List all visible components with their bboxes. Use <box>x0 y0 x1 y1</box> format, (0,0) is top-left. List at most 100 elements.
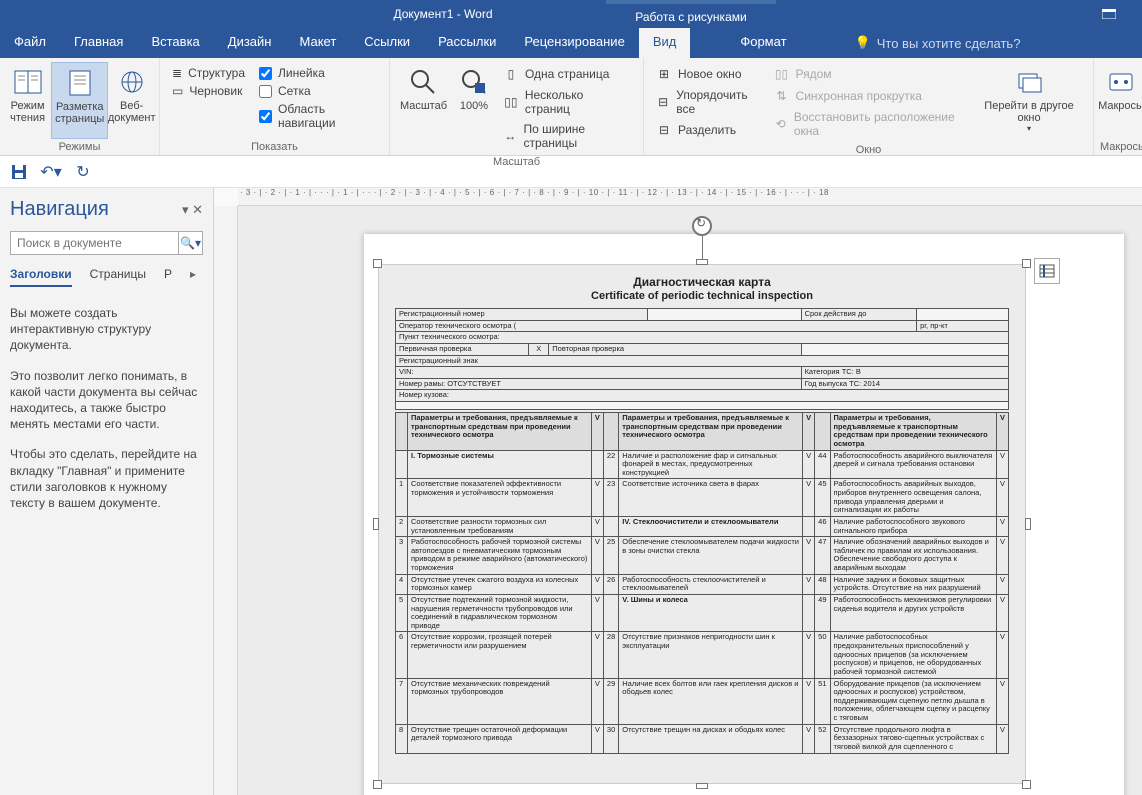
tab-mailings[interactable]: Рассылки <box>424 28 510 58</box>
print-layout-label: Разметка страницы <box>55 101 104 125</box>
window-title: Документ1 - Word <box>0 7 606 21</box>
navpane-checkbox[interactable]: Область навигации <box>259 102 377 130</box>
tab-insert[interactable]: Вставка <box>137 28 213 58</box>
search-input[interactable] <box>11 232 178 254</box>
one-page-icon: ▯ <box>503 66 519 82</box>
tab-design[interactable]: Дизайн <box>214 28 286 58</box>
web-layout-label: Веб-документ <box>108 100 156 124</box>
ruler-checkbox[interactable]: Линейка <box>259 66 377 80</box>
macros-button[interactable]: Макросы <box>1100 62 1142 139</box>
group-macros: Макросы Макросы <box>1094 58 1142 155</box>
new-window-icon: ⊞ <box>656 66 672 82</box>
navigation-pane: Навигация ▾ ✕ 🔍▾ Заголовки Страницы Р ▸ … <box>0 188 214 795</box>
page: Диагностическая карта Certificate of per… <box>364 234 1124 795</box>
title-bar: Документ1 - Word Работа с рисунками <box>0 0 1142 28</box>
zoom-100-icon <box>458 66 490 98</box>
reading-mode-label: Режим чтения <box>10 100 45 124</box>
one-page-button[interactable]: ▯Одна страница <box>501 64 633 84</box>
nav-tab-pages[interactable]: Страницы <box>90 267 146 287</box>
gridlines-checkbox[interactable]: Сетка <box>259 84 377 98</box>
resize-handle-tr[interactable] <box>1022 259 1031 268</box>
search-box: 🔍▾ <box>10 231 203 255</box>
resize-handle-ml[interactable] <box>373 518 379 530</box>
zoom-button[interactable]: Масштаб <box>396 62 451 154</box>
split-button[interactable]: ⊟Разделить <box>654 120 762 140</box>
dropdown-icon[interactable]: ▾ ✕ <box>182 202 203 218</box>
resize-handle-tl[interactable] <box>373 259 382 268</box>
nav-tab-more[interactable]: ▸ <box>190 267 196 287</box>
side-by-side-icon: ▯▯ <box>774 66 790 82</box>
zoom-100-button[interactable]: 100% <box>453 62 495 154</box>
tab-references[interactable]: Ссылки <box>350 28 424 58</box>
reading-mode-button[interactable]: Режим чтения <box>6 62 49 139</box>
resize-handle-mb[interactable] <box>696 783 708 789</box>
group-show-label: Показать <box>166 139 383 153</box>
save-button[interactable] <box>8 161 30 183</box>
lightbulb-icon: 💡 <box>855 35 871 51</box>
main-area: Навигация ▾ ✕ 🔍▾ Заголовки Страницы Р ▸ … <box>0 188 1142 795</box>
nav-title: Навигация ▾ ✕ <box>10 198 203 221</box>
picture-tools-label: Работа с рисунками <box>606 0 776 28</box>
macros-icon <box>1105 66 1137 98</box>
multi-page-icon: ▯▯ <box>503 94 519 110</box>
tab-format[interactable]: Формат <box>726 28 800 58</box>
resize-handle-mr[interactable] <box>1025 518 1031 530</box>
tab-home[interactable]: Главная <box>60 28 137 58</box>
redo-button[interactable]: ↻ <box>72 161 94 183</box>
switch-windows-icon <box>1013 66 1045 98</box>
ribbon-display-icon[interactable] <box>1102 9 1142 19</box>
rotation-handle[interactable] <box>692 216 712 236</box>
side-by-side-button[interactable]: ▯▯Рядом <box>772 64 966 84</box>
resize-handle-mt[interactable] <box>696 259 708 265</box>
search-button[interactable]: 🔍▾ <box>178 232 202 254</box>
document-canvas[interactable]: Диагностическая карта Certificate of per… <box>238 206 1142 795</box>
tab-file[interactable]: Файл <box>0 28 60 58</box>
group-macros-label: Макросы <box>1100 139 1136 153</box>
web-layout-button[interactable]: Веб-документ <box>110 62 153 139</box>
reset-window-icon: ⟲ <box>774 116 788 132</box>
group-window-label: Окно <box>650 142 1087 156</box>
multi-page-button[interactable]: ▯▯Несколько страниц <box>501 86 633 118</box>
undo-button[interactable]: ↶▾ <box>40 161 62 183</box>
arrange-all-icon: ⊟ <box>656 94 670 110</box>
doc-title-en: Certificate of periodic technical inspec… <box>395 290 1009 302</box>
tell-me[interactable]: 💡 Что вы хотите сделать? <box>841 28 1035 58</box>
draft-button[interactable]: ▭Черновик <box>172 84 245 98</box>
nav-tab-headings[interactable]: Заголовки <box>10 267 72 287</box>
doc-title-ru: Диагностическая карта <box>395 275 1009 289</box>
nav-tab-results[interactable]: Р <box>164 267 172 287</box>
group-show: ≣Структура ▭Черновик Линейка Сетка Облас… <box>160 58 390 155</box>
sync-scroll-button[interactable]: ⇅Синхронная прокрутка <box>772 86 966 106</box>
group-modes-label: Режимы <box>6 139 153 153</box>
nav-tabs: Заголовки Страницы Р ▸ <box>10 267 203 287</box>
group-zoom-label: Масштаб <box>396 154 637 168</box>
draft-icon: ▭ <box>172 84 183 98</box>
resize-handle-bl[interactable] <box>373 780 382 789</box>
new-window-button[interactable]: ⊞Новое окно <box>654 64 762 84</box>
nav-help-text: Вы можете создать интерактивную структур… <box>10 305 203 511</box>
magnifier-icon <box>407 66 439 98</box>
layout-options-button[interactable] <box>1034 258 1060 284</box>
reset-window-button[interactable]: ⟲Восстановить расположение окна <box>772 108 966 140</box>
chevron-down-icon: ▾ <box>1027 124 1031 133</box>
group-modes: Режим чтения Разметка страницы Веб-докум… <box>0 58 160 155</box>
ribbon: Режим чтения Разметка страницы Веб-докум… <box>0 58 1142 156</box>
outline-button[interactable]: ≣Структура <box>172 66 245 80</box>
tab-view[interactable]: Вид <box>639 28 691 58</box>
inserted-picture[interactable]: Диагностическая карта Certificate of per… <box>378 264 1026 784</box>
horizontal-ruler[interactable]: · 3 · | · 2 · | · 1 · | · · · | · 1 · | … <box>238 188 1142 206</box>
arrange-all-button[interactable]: ⊟Упорядочить все <box>654 86 762 118</box>
resize-handle-br[interactable] <box>1022 780 1031 789</box>
print-layout-icon <box>64 67 96 99</box>
vertical-ruler[interactable] <box>214 206 238 795</box>
sync-scroll-icon: ⇅ <box>774 88 790 104</box>
reading-mode-icon <box>12 66 44 98</box>
tell-me-label: Что вы хотите сделать? <box>877 36 1021 51</box>
tab-layout[interactable]: Макет <box>285 28 350 58</box>
switch-windows-button[interactable]: Перейти в другое окно▾ <box>971 62 1087 142</box>
group-zoom: Масштаб 100% ▯Одна страница ▯▯Несколько … <box>390 58 644 155</box>
page-width-icon: ↔ <box>503 128 518 144</box>
print-layout-button[interactable]: Разметка страницы <box>51 62 108 139</box>
tab-review[interactable]: Рецензирование <box>510 28 638 58</box>
page-width-button[interactable]: ↔По ширине страницы <box>501 120 633 152</box>
